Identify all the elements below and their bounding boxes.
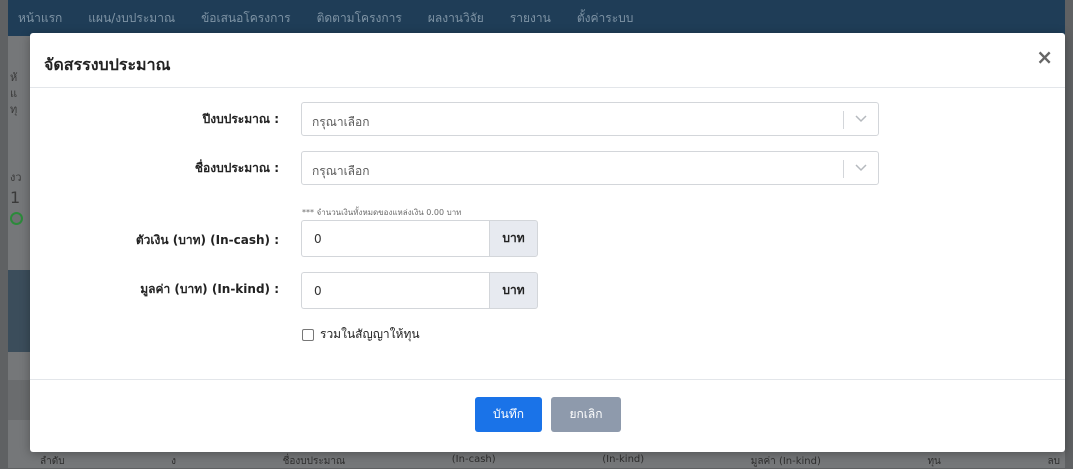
budget-name-select[interactable]: กรุณาเลือก [301, 151, 879, 185]
column-header: (In-cash) [451, 454, 496, 465]
column-header: ง [171, 456, 177, 467]
in-cash-unit: บาท [489, 220, 538, 257]
column-header: มูลค่า (In-kind) [750, 456, 821, 467]
include-in-contract-label[interactable]: รวมในสัญญาให้ทุน [320, 325, 420, 344]
in-kind-group: บาท [301, 272, 538, 309]
include-in-contract-row[interactable]: รวมในสัญญาให้ทุน [302, 325, 420, 344]
in-cash-input[interactable] [301, 220, 489, 257]
select-separator [843, 160, 844, 178]
in-cash-group: บาท [301, 220, 538, 257]
save-button[interactable]: บันทึก [475, 397, 542, 432]
in-cash-label: ตัวเงิน (บาท) (In-cash) : [135, 233, 279, 247]
nav-home: หน้าแรก [18, 10, 63, 25]
nav-settings: ตั้งค่าระบบ [576, 10, 634, 25]
column-header: ทุน [927, 456, 941, 467]
select-separator [843, 111, 844, 129]
background-text: ทุ [10, 103, 18, 116]
modal-footer-divider [30, 379, 1065, 380]
column-header: (In-kind) [602, 454, 645, 465]
modal-header: จัดสรรงบประมาณ × [30, 33, 1065, 88]
fiscal-year-select[interactable]: กรุณาเลือก [301, 102, 879, 136]
modal-title: จัดสรรงบประมาณ [44, 55, 171, 74]
chevron-down-icon[interactable] [854, 159, 868, 175]
nav-plan: แผน/งบประมาณ [88, 10, 176, 25]
in-kind-label: มูลค่า (บาท) (In-kind) : [140, 282, 279, 296]
nav-report: รายงาน [509, 10, 551, 25]
nav-proposal: ข้อเสนอโครงการ [201, 10, 291, 25]
status-dot-icon [10, 212, 23, 225]
allocate-budget-modal: จัดสรรงบประมาณ × ปีงบประมาณ : กรุณาเลือก… [30, 33, 1065, 452]
fiscal-year-placeholder: กรุณาเลือก [312, 115, 370, 129]
nav-research: ผลงานวิจัย [427, 10, 484, 25]
column-header: ลำดับ [40, 456, 65, 467]
total-funds-hint: *** จำนวนเงินทั้งหมดของแหล่งเงิน 0.00 บา… [302, 208, 462, 217]
chevron-down-icon[interactable] [854, 110, 868, 126]
budget-name-placeholder: กรุณาเลือก [312, 164, 370, 178]
background-table-columns: ลำดับ ง ชื่องบประมาณ (In-cash) (In-kind)… [40, 454, 1060, 469]
close-icon[interactable]: × [1036, 47, 1053, 67]
budget-name-label: ชื่องบประมาณ : [194, 161, 279, 175]
include-in-contract-checkbox[interactable] [302, 328, 314, 341]
fiscal-year-label: ปีงบประมาณ : [202, 112, 279, 126]
column-header: ลบ [1047, 456, 1060, 467]
nav-tracking: ติดตามโครงการ [316, 10, 402, 25]
cancel-button[interactable]: ยกเลิก [551, 397, 621, 432]
background-navbar: หน้าแรก แผน/งบประมาณ ข้อเสนอโครงการ ติดต… [8, 0, 1065, 36]
in-kind-input[interactable] [301, 272, 489, 309]
background-text: งว [10, 171, 22, 184]
background-text: 1 [10, 188, 21, 207]
in-kind-unit: บาท [489, 272, 538, 309]
column-header: ชื่องบประมาณ [282, 456, 346, 467]
